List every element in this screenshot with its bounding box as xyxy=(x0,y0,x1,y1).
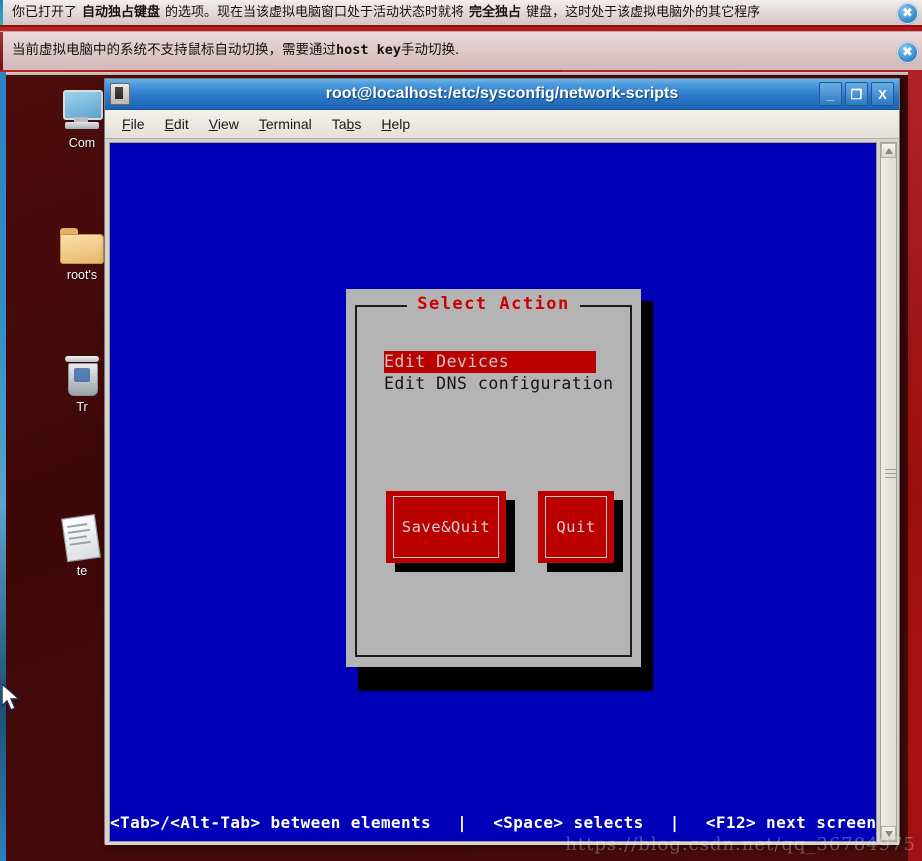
banner-accent-edge xyxy=(0,32,3,70)
terminal-menubar: File Edit View Terminal Tabs Help xyxy=(105,110,899,139)
keyboard-capture-banner-text: 你已打开了 自动独占键盘 的选项。现在当该虚拟电脑窗口处于活动状态时就将 完全独占 键盘… xyxy=(12,5,761,20)
menu-file[interactable]: File xyxy=(113,114,154,134)
status-divider: | xyxy=(457,813,468,832)
tui-dialog-title: Select Action xyxy=(346,294,641,314)
menu-tabs[interactable]: Tabs xyxy=(323,114,371,134)
tui-status-bar: <Tab>/<Alt-Tab> between elements | <Spac… xyxy=(110,813,876,832)
terminal-scrollbar[interactable] xyxy=(880,142,897,842)
tui-dialog[interactable]: Select Action Edit Devices Edit DNS conf… xyxy=(346,289,641,667)
tui-list-item-edit-dns[interactable]: Edit DNS configuration xyxy=(384,373,613,395)
menu-edit[interactable]: Edit xyxy=(156,114,198,134)
tui-action-list: Edit Devices Edit DNS configuration xyxy=(384,351,613,395)
mouse-integration-banner-text: 当前虚拟电脑中的系统不支持鼠标自动切换，需要通过host key手动切换. xyxy=(12,42,460,59)
terminal-body: Select Action Edit Devices Edit DNS conf… xyxy=(105,139,899,845)
terminal-window[interactable]: root@localhost:/etc/sysconfig/network-sc… xyxy=(104,78,900,845)
close-button[interactable]: X xyxy=(871,82,894,106)
tui-dialog-container: Select Action Edit Devices Edit DNS conf… xyxy=(338,283,658,693)
guest-left-strip xyxy=(0,72,6,861)
menu-help[interactable]: Help xyxy=(372,114,419,134)
window-controls: _ ❐ X xyxy=(819,82,894,106)
maximize-button[interactable]: ❐ xyxy=(845,82,868,106)
guest-top-panel xyxy=(6,72,908,75)
quit-button[interactable]: Quit xyxy=(538,491,623,572)
banner-accent-edge xyxy=(0,0,3,25)
banner-close-icon[interactable]: ✖ xyxy=(897,42,918,63)
save-and-quit-button[interactable]: Save&Quit xyxy=(386,491,515,572)
terminal-screen[interactable]: Select Action Edit Devices Edit DNS conf… xyxy=(109,142,877,842)
tui-list-item-edit-devices[interactable]: Edit Devices xyxy=(384,351,596,373)
status-hint-tab: <Tab>/<Alt-Tab> between elements xyxy=(110,813,432,832)
terminal-titlebar[interactable]: root@localhost:/etc/sysconfig/network-sc… xyxy=(105,79,899,110)
status-hint-space: <Space> selects xyxy=(493,813,644,832)
scroll-down-arrow-icon[interactable] xyxy=(881,826,896,841)
scrollbar-grip[interactable] xyxy=(885,469,896,478)
minimize-button[interactable]: _ xyxy=(819,82,842,106)
keyboard-capture-banner: 你已打开了 自动独占键盘 的选项。现在当该虚拟电脑窗口处于活动状态时就将 完全独占 键盘… xyxy=(0,0,922,27)
status-hint-f12: <F12> next screen xyxy=(705,813,877,832)
mouse-integration-banner: 当前虚拟电脑中的系统不支持鼠标自动切换，需要通过host key手动切换. ✖ xyxy=(0,31,922,70)
terminal-app-icon xyxy=(110,83,130,105)
screenshot-root: Com root's Tr te root@localhost:/etc/sys… xyxy=(0,0,922,861)
status-divider: | xyxy=(669,813,680,832)
terminal-title: root@localhost:/etc/sysconfig/network-sc… xyxy=(325,85,679,102)
menu-view[interactable]: View xyxy=(200,114,248,134)
banner-close-icon[interactable]: ✖ xyxy=(897,3,918,24)
scroll-up-arrow-icon[interactable] xyxy=(881,143,896,158)
tui-button-row: Save&Quit Quit xyxy=(378,487,623,607)
menu-terminal[interactable]: Terminal xyxy=(250,114,321,134)
